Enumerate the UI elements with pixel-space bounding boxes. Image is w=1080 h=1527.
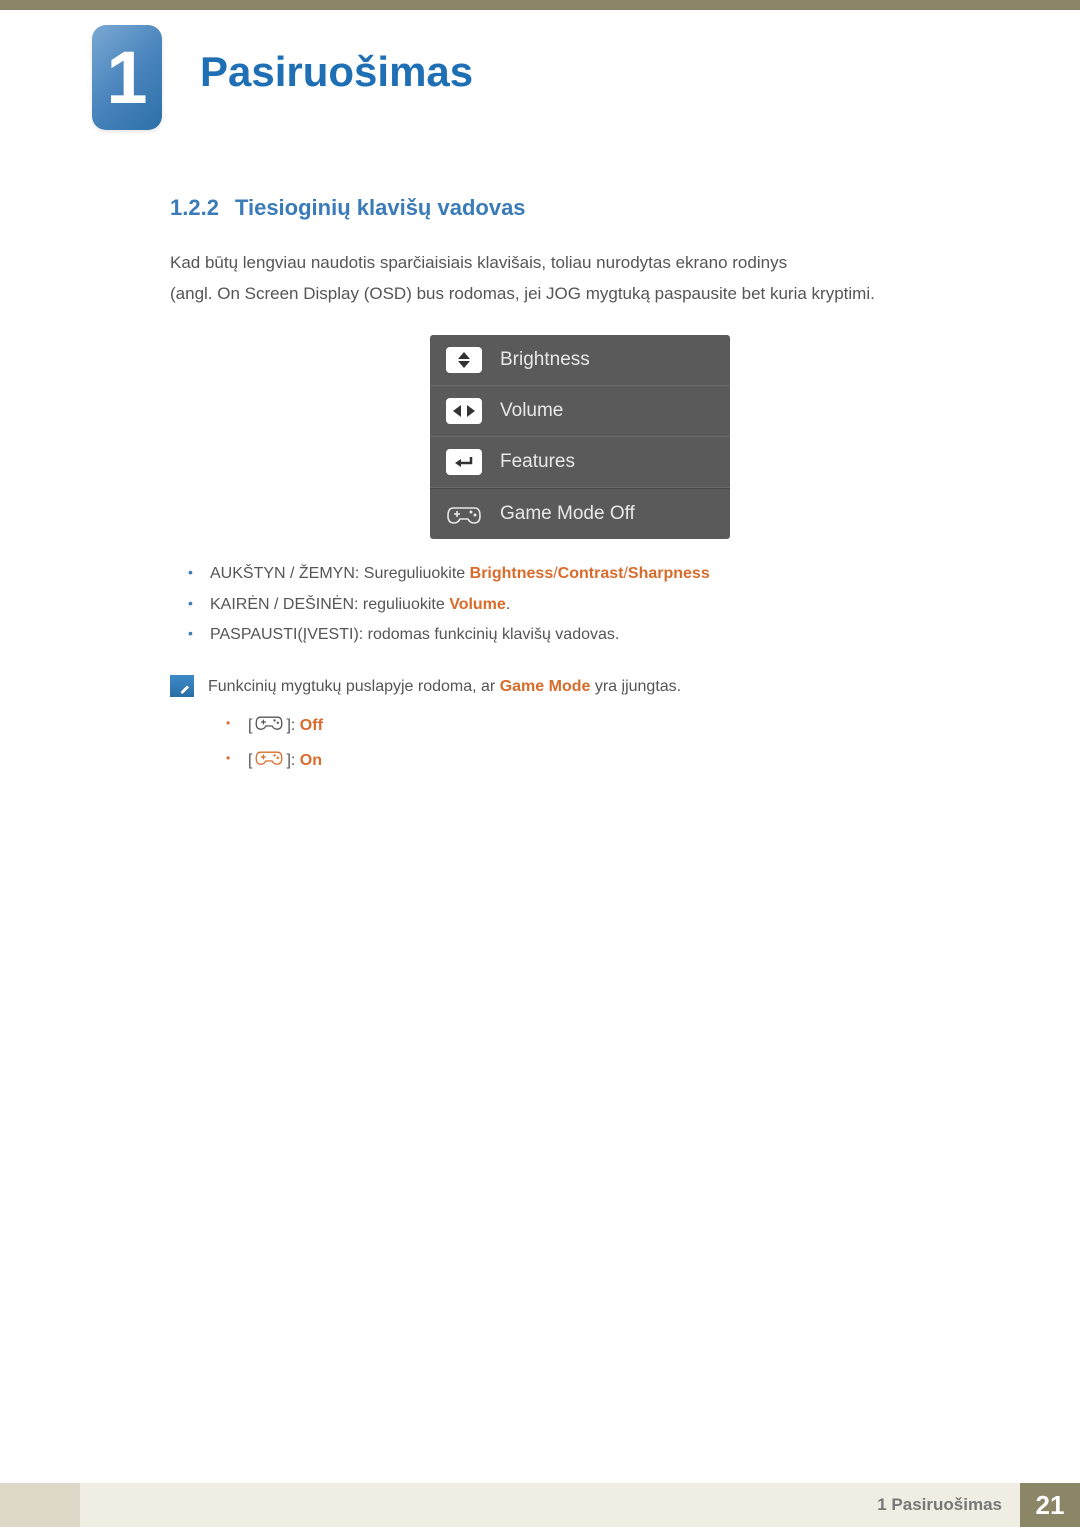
direction-bullets: AUKŠTYN / ŽEMYN: Sureguliuokite Brightne… bbox=[170, 559, 990, 650]
footer-accent bbox=[0, 1483, 80, 1527]
left-right-icon bbox=[446, 398, 482, 424]
note-suffix: yra įjungtas. bbox=[590, 678, 681, 695]
intro-paragraph-1: Kad būtų lengviau naudotis sparčiaisiais… bbox=[170, 249, 990, 276]
osd-row-gamemode: Game Mode Off bbox=[430, 488, 730, 539]
gamemode-on-item: []: On bbox=[208, 743, 990, 778]
hl-contrast: Contrast bbox=[558, 565, 624, 582]
footer-page-number: 21 bbox=[1020, 1483, 1080, 1527]
osd-volume-label: Volume bbox=[500, 400, 563, 422]
osd-row-volume: Volume bbox=[430, 386, 730, 437]
note-prefix: Funkcinių mygtukų puslapyje rodoma, ar bbox=[208, 678, 500, 695]
note-block: Funkcinių mygtukų puslapyje rodoma, ar G… bbox=[170, 673, 990, 779]
section-title: Tiesioginių klavišų vadovas bbox=[235, 195, 526, 220]
hl-off: Off bbox=[300, 717, 323, 734]
section-number: 1.2.2 bbox=[170, 195, 219, 220]
page-footer: 1 Pasiruošimas 21 bbox=[0, 1483, 1080, 1527]
bullet-text: . bbox=[506, 596, 510, 613]
osd-brightness-label: Brightness bbox=[500, 349, 590, 371]
page-content: 1.2.2 Tiesioginių klavišų vadovas Kad būt… bbox=[170, 195, 990, 778]
chapter-title: Pasiruošimas bbox=[200, 48, 473, 96]
bullet-updown: AUKŠTYN / ŽEMYN: Sureguliuokite Brightne… bbox=[170, 559, 990, 589]
gamepad-icon bbox=[446, 501, 482, 527]
gamemode-states: []: Off []: On bbox=[208, 708, 990, 779]
up-down-icon bbox=[446, 347, 482, 373]
bracket: ]: bbox=[286, 717, 299, 734]
osd-row-brightness: Brightness bbox=[430, 335, 730, 386]
hl-volume: Volume bbox=[449, 596, 506, 613]
hl-gamemode: Game Mode bbox=[500, 678, 591, 695]
top-accent-bar bbox=[0, 0, 1080, 10]
bracket: [ bbox=[248, 717, 252, 734]
bullet-text: AUKŠTYN / ŽEMYN: Sureguliuokite bbox=[210, 565, 470, 582]
note-text: Funkcinių mygtukų puslapyje rodoma, ar G… bbox=[208, 673, 990, 700]
bullet-press: PASPAUSTI(ĮVESTI): rodomas funkcinių kla… bbox=[170, 620, 990, 650]
chapter-number: 1 bbox=[106, 35, 147, 120]
footer-chapter-ref: 1 Pasiruošimas bbox=[80, 1483, 1020, 1527]
hl-brightness: Brightness bbox=[470, 565, 554, 582]
bullet-text: KAIRĖN / DEŠINĖN: reguliuokite bbox=[210, 596, 449, 613]
osd-features-label: Features bbox=[500, 451, 575, 473]
section-heading: 1.2.2 Tiesioginių klavišų vadovas bbox=[170, 195, 990, 221]
enter-icon bbox=[446, 449, 482, 475]
gamemode-off-item: []: Off bbox=[208, 708, 990, 743]
gamepad-on-icon bbox=[254, 743, 284, 778]
chapter-tab: 1 bbox=[92, 25, 162, 130]
gamepad-off-icon bbox=[254, 708, 284, 743]
note-body: Funkcinių mygtukų puslapyje rodoma, ar G… bbox=[208, 673, 990, 779]
hl-sharpness: Sharpness bbox=[628, 565, 710, 582]
bracket: ]: bbox=[286, 752, 299, 769]
note-icon bbox=[170, 675, 194, 697]
bullet-leftright: KAIRĖN / DEŠINĖN: reguliuokite Volume. bbox=[170, 590, 990, 620]
hl-on: On bbox=[300, 752, 322, 769]
osd-row-features: Features bbox=[430, 437, 730, 488]
bracket: [ bbox=[248, 752, 252, 769]
intro-paragraph-2: (angl. On Screen Display (OSD) bus rodom… bbox=[170, 280, 990, 307]
osd-panel: Brightness Volume Features Game Mode Off bbox=[430, 335, 730, 539]
osd-gamemode-label: Game Mode Off bbox=[500, 503, 635, 525]
